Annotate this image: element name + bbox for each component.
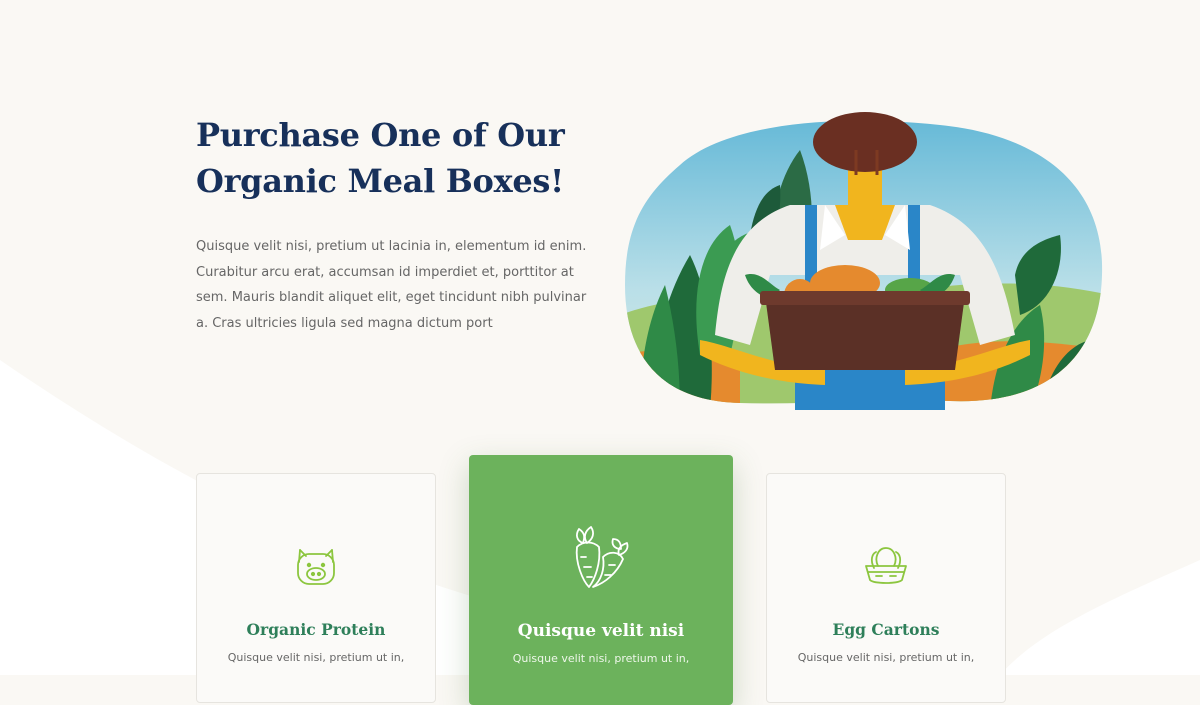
egg-carton-icon — [865, 547, 907, 584]
hero-description-line: sem. Mauris blandit aliquet elit, eget t… — [196, 290, 587, 305]
card-text: Quisque velit nisi, pretium ut in, — [227, 651, 405, 664]
card-text: Quisque velit nisi, pretium ut in, — [512, 652, 690, 665]
card-title: Organic Protein — [246, 620, 386, 639]
pig-icon — [297, 549, 335, 585]
card-organic-protein[interactable]: Organic Protein Quisque velit nisi, pret… — [196, 473, 436, 703]
hero-description-line: Quisque velit nisi, pretium ut lacinia i… — [196, 239, 587, 254]
card-text: Quisque velit nisi, pretium ut in, — [797, 651, 975, 664]
card-egg-cartons[interactable]: Egg Cartons Quisque velit nisi, pretium … — [766, 473, 1006, 703]
hero-title: Purchase One of Our Organic Meal Boxes! — [196, 112, 596, 204]
hero-title-line: Organic Meal Boxes! — [196, 162, 564, 200]
hero-text: Purchase One of Our Organic Meal Boxes! … — [196, 112, 596, 336]
card-title: Egg Cartons — [832, 620, 940, 639]
hero-description-line: a. Cras ultricies ligula sed magna dictu… — [196, 315, 493, 331]
card-featured[interactable]: Quisque velit nisi Quisque velit nisi, p… — [469, 455, 733, 705]
hero-description-line: Curabitur arcu erat, accumsan id imperdi… — [196, 264, 574, 280]
hero-title-line: Purchase One of Our — [196, 116, 565, 154]
carrots-icon — [575, 526, 629, 588]
card-title: Quisque velit nisi — [517, 621, 685, 641]
hero-description: Quisque velit nisi, pretium ut lacinia i… — [196, 234, 596, 336]
farmer-illustration — [625, 112, 1103, 410]
